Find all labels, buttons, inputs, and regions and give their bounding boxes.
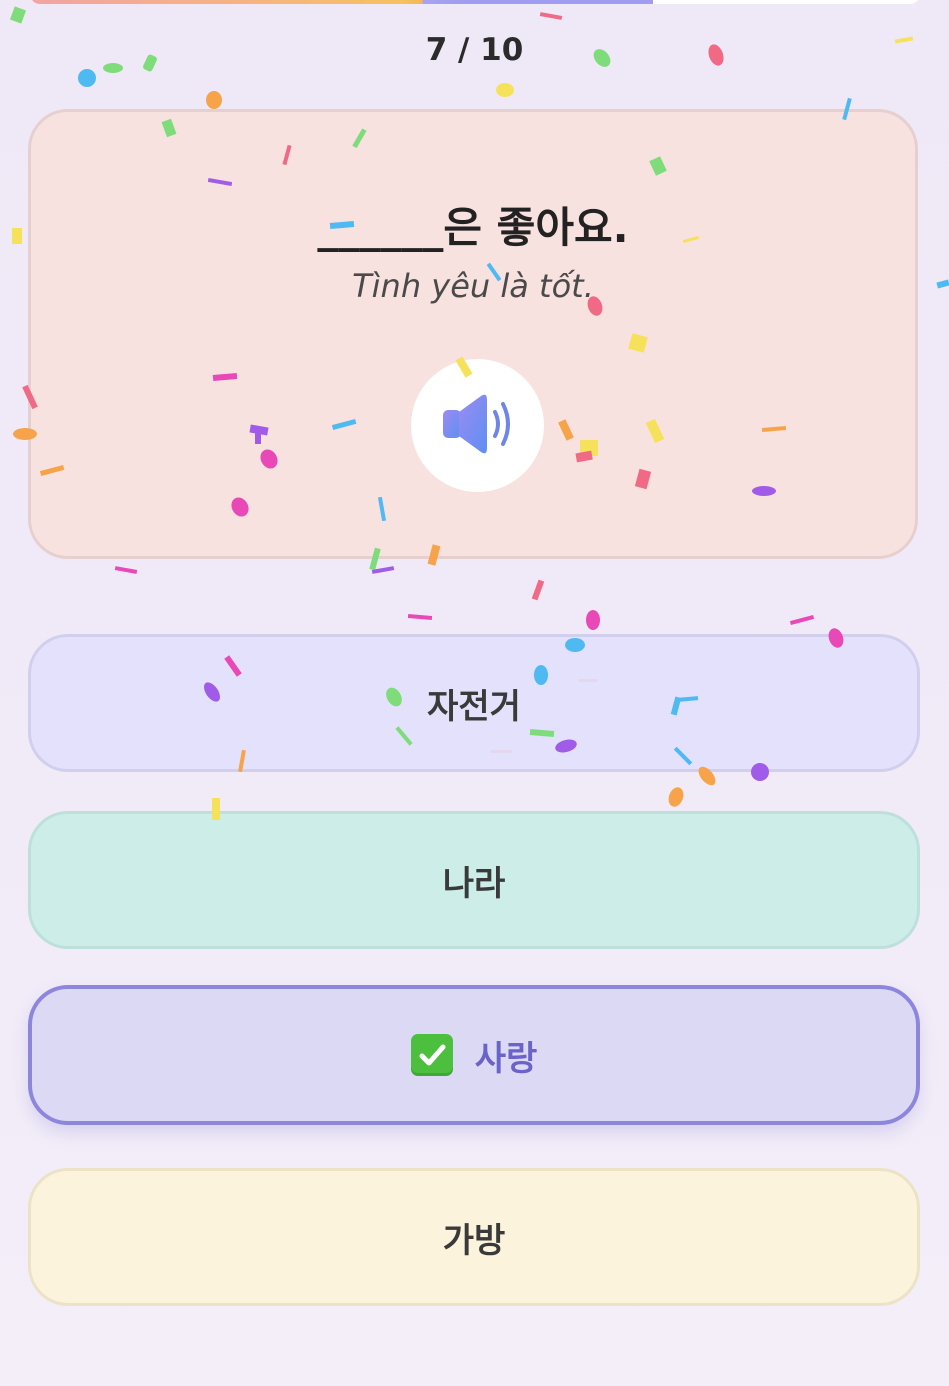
answer-option-2[interactable]: 나라: [28, 811, 920, 949]
answer-option-4[interactable]: 가방: [28, 1168, 920, 1306]
answer-option-3-correct[interactable]: 사랑: [28, 985, 920, 1125]
answer-option-label: 자전거: [427, 686, 521, 727]
answer-option-label: 나라: [442, 863, 506, 904]
progress-counter: 7 / 10: [425, 32, 524, 68]
answer-option-label: 사랑: [474, 1038, 538, 1079]
progress-bar-fill: [30, 0, 653, 4]
progress-bar: [30, 0, 920, 4]
check-mark-icon: [410, 1034, 453, 1076]
answer-option-1[interactable]: 자전거: [28, 634, 920, 772]
answer-option-label: 가방: [442, 1220, 506, 1261]
question-card: ______은 좋아요. Tình yêu là tốt.: [28, 109, 918, 559]
speaker-icon: [441, 392, 515, 460]
question-korean-sentence: ______은 좋아요.: [317, 203, 629, 252]
audio-play-button[interactable]: [411, 359, 544, 492]
question-translation: Tình yêu là tốt.: [352, 267, 594, 305]
